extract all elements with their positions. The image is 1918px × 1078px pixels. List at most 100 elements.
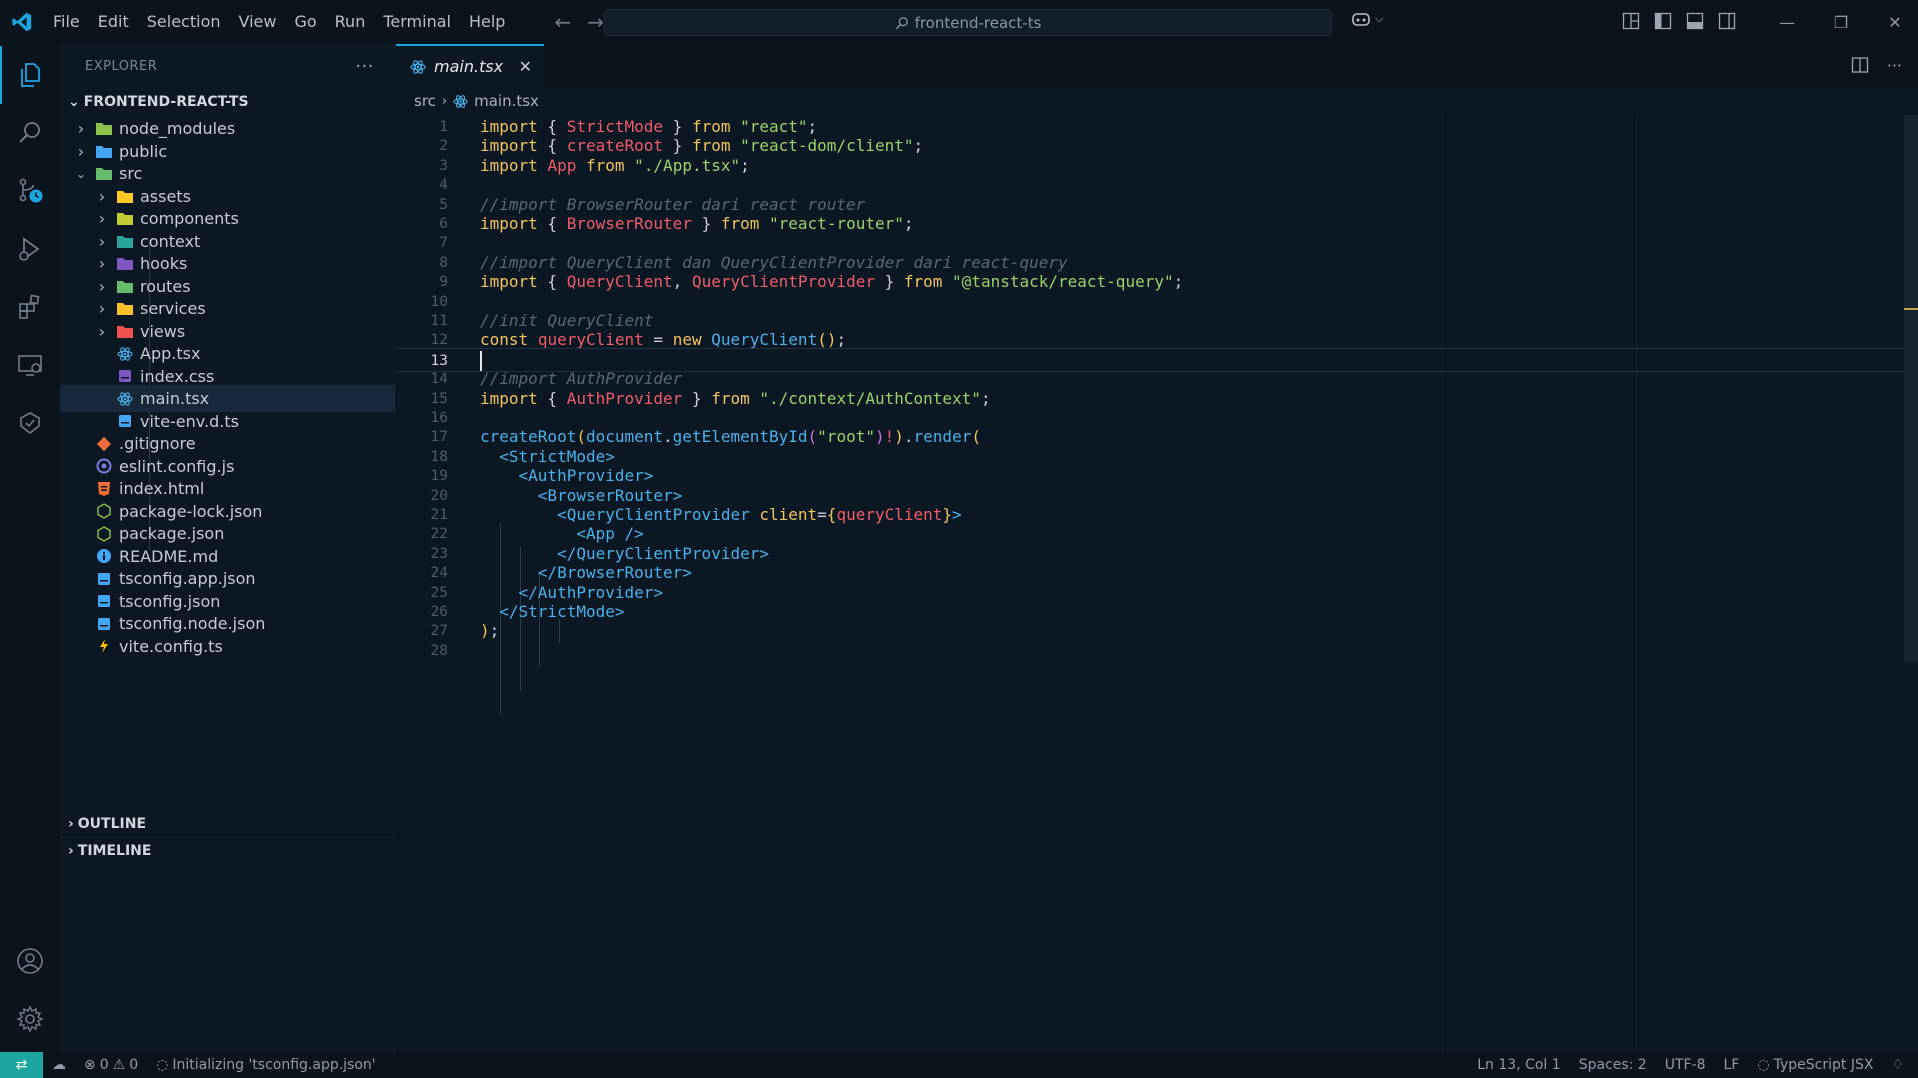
code-token: document: [585, 427, 664, 447]
more-actions-icon[interactable]: ···: [355, 56, 374, 77]
command-center-search[interactable]: frontend-react-ts: [604, 9, 1332, 36]
language-mode[interactable]: ◌ TypeScript JSX: [1748, 1057, 1882, 1073]
sync-icon[interactable]: ☁: [43, 1057, 75, 1073]
more-actions-icon[interactable]: ···: [1887, 56, 1902, 75]
react-file-icon: [115, 391, 135, 407]
chevron-right-icon: ›: [98, 299, 106, 318]
remote-indicator-icon[interactable]: ⇄: [0, 1052, 43, 1078]
restore-icon[interactable]: ❐: [1814, 0, 1868, 44]
language-label: TypeScript JSX: [1773, 1057, 1874, 1073]
breadcrumb-folder[interactable]: src: [414, 92, 436, 110]
css-file-icon: [115, 368, 135, 384]
tree-item-label: public: [119, 141, 168, 161]
code-token: "root": [817, 427, 875, 447]
code-token: StrictMode: [566, 117, 664, 136]
search-activity-icon[interactable]: [0, 104, 60, 162]
minimize-icon[interactable]: —: [1760, 0, 1814, 44]
code-token: //init QueryClient: [480, 311, 654, 330]
chevron-down-icon: ⌄: [75, 166, 87, 181]
back-arrow-icon[interactable]: ←: [554, 10, 571, 34]
tab-label: main.tsx: [434, 57, 504, 76]
tree-item-label: tsconfig.app.json: [119, 569, 256, 588]
ts-file-icon: [115, 413, 135, 429]
code-editor[interactable]: 1 import { StrictMode } from "react"; 2 imp…: [396, 115, 1918, 1052]
indentation[interactable]: Spaces: 2: [1570, 1057, 1656, 1073]
tree-item-label: tsconfig.json: [119, 591, 221, 611]
tree-item-label: components: [140, 209, 239, 228]
window-controls: — ❐ ✕: [1760, 0, 1918, 44]
tree-item-label: index.html: [119, 479, 205, 498]
outline-section[interactable]: › OUTLINE: [60, 810, 395, 837]
tree-item-label: tsconfig.node.json: [119, 614, 266, 633]
code-line[interactable]: 28: [396, 639, 1916, 663]
code-token: </BrowserRouter>: [537, 563, 692, 583]
tree-item-label: README.md: [119, 546, 219, 566]
code-token: }: [663, 117, 692, 136]
extensions-icon[interactable]: [0, 278, 60, 336]
code-token: import: [480, 155, 538, 175]
tab-main-tsx[interactable]: main.tsx ✕: [396, 44, 544, 87]
cursor-position[interactable]: Ln 13, Col 1: [1468, 1057, 1569, 1073]
editor-area: main.tsx ✕ ··· src › main.tsx 1 import { …: [396, 44, 1918, 1052]
vscode-logo-icon: [0, 0, 44, 44]
run-debug-icon[interactable]: [0, 220, 60, 278]
toggle-primary-sidebar-icon[interactable]: [1654, 12, 1672, 30]
encoding[interactable]: UTF-8: [1656, 1057, 1715, 1073]
code-token: "react-router": [769, 214, 904, 233]
code-token: render: [913, 427, 972, 447]
vertical-scrollbar[interactable]: [1904, 115, 1918, 662]
copilot-button[interactable]: ⌵: [1350, 10, 1383, 28]
customize-layout-icon[interactable]: [1622, 12, 1640, 30]
error-count: 0: [99, 1057, 109, 1073]
folder-icon: [115, 188, 135, 204]
menu-edit[interactable]: Edit: [89, 0, 138, 44]
remote-explorer-icon[interactable]: [0, 336, 60, 394]
settings-gear-icon[interactable]: [0, 990, 60, 1048]
chevron-right-icon: ›: [98, 254, 106, 273]
end-of-line[interactable]: LF: [1715, 1057, 1749, 1073]
menu-file[interactable]: File: [44, 0, 89, 44]
project-name: FRONTEND-REACT-TS: [83, 93, 249, 110]
menu-selection[interactable]: Selection: [138, 0, 230, 44]
code-token: !: [884, 427, 895, 447]
menu-help[interactable]: Help: [460, 0, 514, 44]
tree-item-label: index.css: [140, 366, 215, 386]
folder-icon: [115, 211, 135, 227]
chevron-right-icon: ›: [98, 186, 106, 206]
problems-indicator[interactable]: ⊗ 0 ⚠ 0: [75, 1057, 147, 1073]
accounts-icon[interactable]: [0, 932, 60, 990]
menu-view[interactable]: View: [230, 0, 286, 44]
forward-arrow-icon[interactable]: →: [587, 10, 604, 34]
project-root-header[interactable]: ⌄ FRONTEND-REACT-TS: [60, 88, 395, 115]
folder-icon: [94, 143, 114, 159]
notifications-bell-icon[interactable]: ♢: [1882, 1057, 1918, 1073]
code-token: import: [480, 388, 538, 408]
code-token: QueryClient: [566, 272, 673, 292]
toggle-panel-icon[interactable]: [1686, 12, 1704, 30]
close-icon[interactable]: ✕: [519, 57, 532, 76]
toggle-secondary-sidebar-icon[interactable]: [1718, 12, 1736, 30]
breadcrumb-file[interactable]: main.tsx: [474, 92, 539, 110]
node-file-icon: [94, 525, 114, 542]
split-editor-icon[interactable]: [1851, 56, 1869, 74]
folder-icon: [94, 166, 114, 182]
menu-terminal[interactable]: Terminal: [374, 0, 460, 44]
source-control-icon[interactable]: [0, 162, 60, 220]
search-text: frontend-react-ts: [914, 13, 1042, 32]
menu-go[interactable]: Go: [285, 0, 325, 44]
testing-icon[interactable]: [0, 394, 60, 452]
explorer-icon[interactable]: [0, 46, 60, 104]
timeline-section[interactable]: › TIMELINE: [60, 837, 395, 864]
menu-run[interactable]: Run: [326, 0, 375, 44]
close-window-icon[interactable]: ✕: [1868, 0, 1918, 44]
code-token: }: [691, 214, 721, 233]
code-token: }: [942, 505, 953, 524]
code-token: <AuthProvider>: [518, 466, 654, 486]
code-token: ;: [903, 214, 914, 233]
timeline-label: TIMELINE: [77, 843, 152, 859]
code-token: {: [826, 505, 837, 524]
file-vite-config-ts[interactable]: vite.config.ts: [60, 633, 395, 660]
